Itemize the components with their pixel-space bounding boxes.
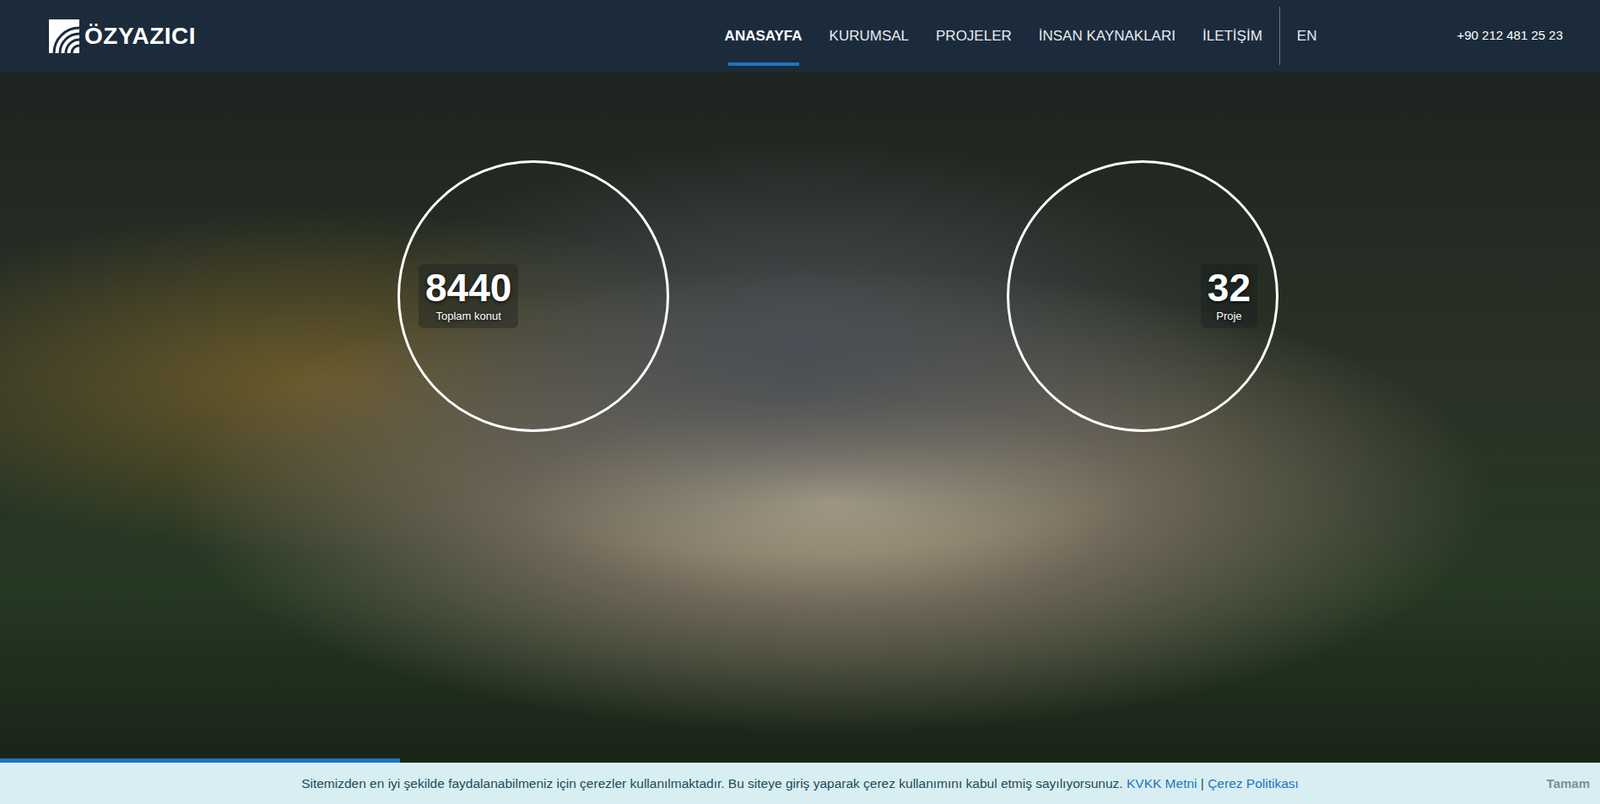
cookie-message: Sitemizden en iyi şekilde faydalanabilme… xyxy=(301,773,1299,794)
stat: 32Proje xyxy=(1200,264,1258,329)
language-switch[interactable]: EN xyxy=(1283,0,1331,72)
accept-button[interactable]: Tamam xyxy=(1540,770,1597,797)
nav-item[interactable]: İLETİŞİM xyxy=(1189,0,1276,72)
page: ÖZYAZICI ANASAYFAKURUMSALPROJELERİNSAN KA… xyxy=(0,0,1600,804)
nav-separator xyxy=(1279,6,1281,65)
link-separator: | xyxy=(1200,776,1205,791)
nav-item[interactable]: ANASAYFA xyxy=(711,0,817,72)
nav-item[interactable]: PROJELER xyxy=(922,0,1026,72)
cookie-bar: Sitemizden en iyi şekilde faydalanabilme… xyxy=(0,762,1600,804)
logo-text: ÖZYAZICI xyxy=(84,18,196,55)
stat-circle: 8440Toplam konut xyxy=(397,160,670,433)
stat-circle: 32Proje xyxy=(1006,160,1279,433)
hero-slider: 8440Toplam konut 32Proje xyxy=(0,71,1600,763)
phone-number[interactable]: +90 212 481 25 23 xyxy=(1456,26,1563,46)
site-header: ÖZYAZICI ANASAYFAKURUMSALPROJELERİNSAN KA… xyxy=(0,0,1600,72)
nav-item[interactable]: KURUMSAL xyxy=(816,0,923,72)
stats: 8440Toplam konut 32Proje xyxy=(0,71,1600,433)
logo-icon xyxy=(48,19,80,54)
kvkk-link[interactable]: KVKK Metni xyxy=(1126,776,1198,791)
stat: 8440Toplam konut xyxy=(418,264,519,329)
logo[interactable]: ÖZYAZICI xyxy=(48,18,196,55)
stat-value: 8440 xyxy=(425,267,512,309)
stat-value: 32 xyxy=(1207,267,1251,309)
cookie-policy-link[interactable]: Çerez Politikası xyxy=(1207,776,1299,791)
stat-label: Toplam konut xyxy=(425,308,512,325)
nav-item[interactable]: İNSAN KAYNAKLARI xyxy=(1025,0,1190,72)
cookie-text: Sitemizden en iyi şekilde faydalanabilme… xyxy=(301,776,1124,791)
stat-label: Proje xyxy=(1207,308,1251,325)
main-nav: ANASAYFAKURUMSALPROJELERİNSAN KAYNAKLARI… xyxy=(711,0,1331,72)
